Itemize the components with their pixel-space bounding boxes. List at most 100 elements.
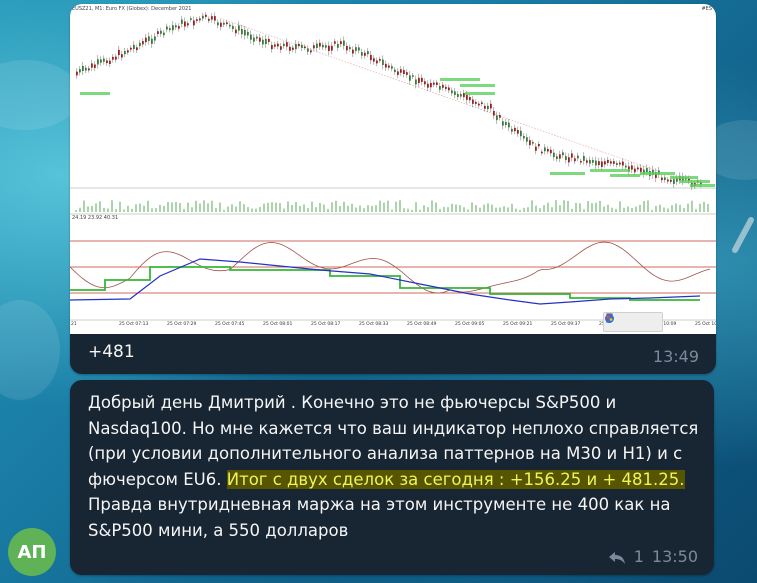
candle: [328, 45, 330, 51]
candle: [433, 82, 435, 85]
candle: [166, 26, 168, 30]
candle: [475, 101, 477, 104]
candle: [334, 41, 336, 44]
candle: [367, 51, 369, 55]
candle: [340, 41, 342, 45]
background-foam: [0, 300, 60, 400]
candle: [259, 37, 261, 42]
candle: [184, 21, 186, 27]
candle: [412, 75, 414, 77]
x-axis-label: 25 Oct 07:45: [215, 322, 245, 327]
candle: [268, 38, 270, 42]
color-picker-icon[interactable]: [605, 314, 658, 328]
candle: [199, 18, 201, 21]
candle: [466, 94, 468, 100]
candle: [106, 60, 108, 64]
candle: [580, 160, 582, 163]
candle: [295, 44, 297, 50]
zone-bar: [690, 184, 715, 187]
candle: [487, 105, 489, 110]
avatar[interactable]: АП: [8, 528, 56, 576]
candle: [343, 40, 345, 46]
candle: [337, 43, 339, 48]
candle: [661, 177, 663, 181]
candle: [82, 65, 84, 71]
candle: [613, 161, 615, 164]
message-bubble-image[interactable]: EUSZ21, M1: Euro FX (Globex): December 2…: [70, 4, 716, 374]
candle: [574, 158, 576, 162]
candle: [541, 151, 543, 154]
candle: [103, 58, 105, 62]
candle: [490, 103, 492, 109]
candle: [583, 155, 585, 161]
candle: [310, 50, 312, 53]
reply-icon[interactable]: [608, 550, 626, 564]
x-axis-label: 25 Oct 07:13: [119, 322, 149, 327]
candle: [85, 67, 87, 71]
candle: [478, 103, 480, 106]
candle: [409, 75, 411, 81]
candle: [484, 105, 486, 109]
candle: [607, 159, 609, 163]
zone-bar: [80, 92, 110, 95]
candle: [121, 54, 123, 58]
candle: [445, 86, 447, 89]
candle: [217, 22, 219, 26]
candle: [400, 69, 402, 73]
candle: [355, 47, 357, 51]
candle: [313, 45, 315, 49]
candle: [208, 18, 210, 21]
candle: [331, 45, 333, 51]
candle: [271, 45, 273, 50]
candle: [349, 47, 351, 50]
message-text-part: Правда внутридневная маржа на этом инстр…: [88, 495, 671, 540]
candle: [172, 25, 174, 31]
candle: [562, 152, 564, 156]
candle: [238, 25, 240, 31]
highlighted-text: Итог с двух сделок за сегодня : +156.25 …: [226, 469, 685, 489]
candle: [133, 44, 135, 50]
candle: [79, 69, 81, 73]
candle: [265, 39, 267, 45]
zone-bar: [610, 174, 640, 177]
message-bubble-text[interactable]: Добрый день Дмитрий . Конечно это не фью…: [70, 380, 714, 575]
candle: [385, 63, 387, 68]
zone-bar: [465, 92, 495, 95]
candle: [670, 179, 672, 182]
candle: [100, 59, 102, 63]
candle: [547, 148, 549, 152]
reply-count[interactable]: 1: [634, 547, 644, 566]
candle: [289, 46, 291, 51]
candle: [160, 30, 162, 34]
candle: [454, 91, 456, 95]
candle: [145, 37, 147, 43]
candle: [460, 94, 462, 97]
candle: [196, 19, 198, 21]
candle: [523, 136, 525, 139]
candle: [427, 83, 429, 88]
candle: [598, 161, 600, 166]
candle: [571, 153, 573, 158]
candle: [553, 152, 555, 158]
candle: [127, 50, 129, 53]
chart-image[interactable]: EUSZ21, M1: Euro FX (Globex): December 2…: [70, 4, 716, 334]
candle: [463, 93, 465, 98]
brush-icon[interactable]: [606, 313, 638, 328]
candle: [250, 34, 252, 40]
candle: [448, 87, 450, 91]
candle: [286, 42, 288, 47]
candle: [322, 44, 324, 48]
candle: [358, 47, 360, 51]
candle: [457, 94, 459, 97]
candle: [376, 60, 378, 64]
candle: [193, 20, 195, 26]
candle: [451, 90, 453, 94]
candle: [637, 167, 639, 170]
candle: [181, 19, 183, 24]
x-axis-label: 25 Oct 08:17: [311, 322, 341, 327]
candle: [586, 160, 588, 163]
candle: [604, 161, 606, 165]
image-caption: +481: [88, 342, 135, 362]
candle: [247, 31, 249, 36]
candle: [211, 16, 213, 20]
